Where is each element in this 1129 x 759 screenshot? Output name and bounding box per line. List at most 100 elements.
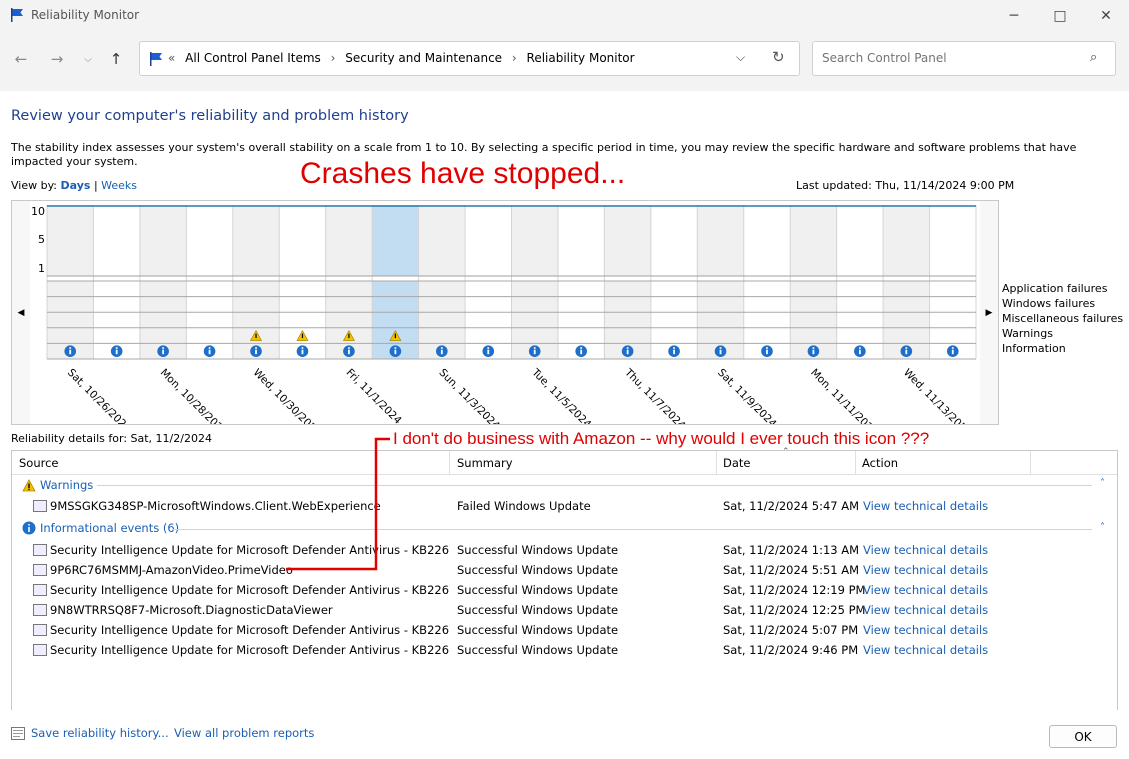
y-tick-label: 1 [38,262,45,275]
breadcrumb: « All Control Panel Items › Security and… [168,51,641,65]
table-row[interactable]: Security Intelligence Update for Microso… [12,540,1117,560]
chart-column-upper [139,205,187,276]
collapse-warnings-icon[interactable]: ˄ [1100,478,1105,489]
back-button[interactable]: ← [9,47,33,71]
column-source[interactable]: Source [19,456,59,470]
row-summary: Successful Windows Update [457,603,619,617]
flag-icon [11,8,23,22]
row-date: Sat, 11/2/2024 9:46 PM [723,643,859,657]
column-date[interactable]: Date [723,456,751,470]
title-bar: Reliability Monitor ─ □ ✕ [0,0,1129,31]
up-button[interactable]: ↑ [104,47,128,71]
table-row[interactable]: 9P6RC76MSMMJ-AmazonVideo.PrimeVideo Succ… [12,560,1117,580]
refresh-icon[interactable]: ↻ [772,48,785,66]
info-icon [250,345,262,357]
annotation-amazon: I don't do business with Amazon -- why w… [393,429,930,448]
row-date: Sat, 11/2/2024 5:51 AM [723,563,860,577]
chart-scroll-right-button[interactable]: ▶ [980,201,998,424]
recent-locations-button[interactable]: ⌵ [76,47,100,71]
chart-column-upper [650,205,698,276]
table-row[interactable]: 9N8WTRRSQ8F7-Microsoft.DiagnosticDataVie… [12,600,1117,620]
date-label: Sat, 11/9/2024 [715,367,779,424]
address-dropdown-icon[interactable]: ⌵ [736,50,745,65]
view-days-link[interactable]: Days [61,179,91,192]
chevron-down-icon: ⌵ [84,53,92,65]
info-icon [482,345,495,357]
address-bar[interactable]: « All Control Panel Items › Security and… [139,41,800,76]
info-icon [946,345,959,357]
view-technical-details-link[interactable]: View technical details [863,643,988,657]
info-icon [110,345,123,357]
maximize-button[interactable]: □ [1037,0,1083,31]
chart-column-upper [232,205,280,276]
table-row[interactable]: Security Intelligence Update for Microso… [12,580,1117,600]
info-icon [343,345,355,357]
annotation-crashes-stopped: Crashes have stopped... [300,157,626,190]
view-technical-details-link[interactable]: View technical details [863,543,988,557]
view-technical-details-link[interactable]: View technical details [863,583,988,597]
arrow-left-icon: ← [14,50,28,68]
row-summary: Successful Windows Update [457,583,619,597]
breadcrumb-security[interactable]: Security and Maintenance [345,51,502,65]
breadcrumb-overflow[interactable]: « [168,51,175,65]
ok-button[interactable]: OK [1049,725,1117,748]
chart-column-upper [372,205,419,276]
search-input[interactable] [822,51,1072,65]
column-action[interactable]: Action [862,456,898,470]
column-separator [449,451,450,475]
legend-application-failures: Application failures [1002,282,1108,295]
info-icon [807,345,820,357]
info-icon [854,345,866,357]
minimize-button[interactable]: ─ [991,0,1037,31]
chart-grid[interactable]: 10 5 1 Sat, 10/26/2024 Mon, 10/28/2024 Wed, 1… [30,201,980,424]
view-technical-details-link[interactable]: View technical details [863,499,988,513]
view-all-problem-reports-link[interactable]: View all problem reports [174,726,314,740]
table-row[interactable]: 9MSSGKG348SP-MicrosoftWindows.Client.Web… [12,496,1117,516]
row-summary: Successful Windows Update [457,623,619,637]
view-technical-details-link[interactable]: View technical details [863,563,988,577]
minimize-icon: ─ [1009,7,1019,24]
maximize-icon: □ [1053,7,1067,24]
breadcrumb-separator-icon: › [330,51,336,65]
info-icon [900,345,913,357]
chart-scroll-left-button[interactable]: ◀ [12,201,30,424]
search-icon[interactable]: ⌕ [1090,50,1097,65]
stability-chart[interactable]: ◀ 10 5 1 Sat, 10/26/2024 Mon, 10/28/2024 Wed,… [11,200,999,425]
date-label: Sat, 10/26/2024 [65,367,133,424]
breadcrumb-reliability[interactable]: Reliability Monitor [527,51,635,65]
date-label: Tue, 11/5/2024 [529,366,594,424]
info-icon [436,345,448,357]
column-summary[interactable]: Summary [457,456,513,470]
forward-button[interactable]: → [45,47,69,71]
view-technical-details-link[interactable]: View technical details [863,603,988,617]
search-box[interactable]: ⌕ [812,41,1116,76]
group-warnings[interactable]: Warnings [22,478,93,492]
save-reliability-history-link[interactable]: Save reliability history... [31,726,169,740]
table-row[interactable]: Security Intelligence Update for Microso… [12,640,1117,660]
legend-windows-failures: Windows failures [1002,297,1096,310]
flag-icon [150,52,162,66]
view-technical-details-link[interactable]: View technical details [863,623,988,637]
info-icon [528,345,541,357]
collapse-informational-icon[interactable]: ˄ [1100,522,1105,533]
triangle-right-icon: ▶ [985,307,993,318]
row-source: 9MSSGKG348SP-MicrosoftWindows.Client.Web… [50,499,381,513]
breadcrumb-separator-icon: › [511,51,517,65]
breadcrumb-all-items[interactable]: All Control Panel Items [185,51,321,65]
view-weeks-link[interactable]: Weeks [101,179,137,192]
close-button[interactable]: ✕ [1083,0,1129,31]
group-informational[interactable]: Informational events (6) [22,521,179,535]
view-by-label: View by: [11,179,57,192]
legend-information: Information [1002,342,1066,355]
view-by: View by: Days | Weeks [11,179,137,192]
column-separator [855,451,856,475]
row-summary: Failed Windows Update [457,499,591,513]
table-row[interactable]: Security Intelligence Update for Microso… [12,620,1117,640]
update-icon [33,584,47,596]
date-label: Wed, 10/30/2024 [251,367,323,424]
row-summary: Successful Windows Update [457,643,619,657]
chart-column-upper [279,205,326,276]
date-label: Sun, 11/3/2024 [436,367,502,424]
update-icon [33,604,47,616]
main-content: Review your computer's reliability and p… [0,91,1129,759]
